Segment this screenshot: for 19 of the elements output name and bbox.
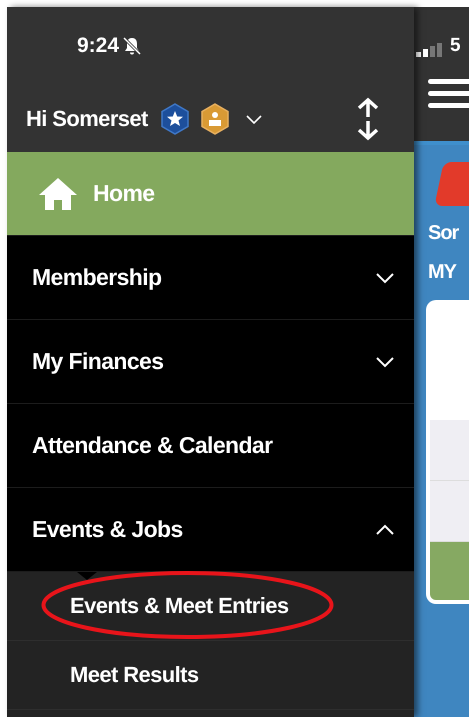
submenu-item[interactable]: Meet Results (70, 662, 199, 688)
home-icon (37, 176, 79, 212)
menu-item[interactable]: Events & Jobs (7, 488, 414, 572)
greeting: Hi Somerset (26, 106, 148, 132)
swap-arrows-icon[interactable] (355, 96, 381, 140)
pointer-notch (77, 572, 97, 580)
menu-icon[interactable] (428, 77, 469, 111)
status-time: 9:24 (77, 34, 120, 58)
menu-item[interactable]: Attendance & Calendar (7, 404, 414, 488)
signal-icon (416, 43, 444, 57)
menu-item[interactable]: Membership (7, 236, 414, 320)
menu-item[interactable]: My Finances (7, 320, 414, 404)
network-label: 5 (450, 35, 461, 57)
page-title: Sor (428, 222, 460, 245)
chevron-icon[interactable] (246, 114, 262, 124)
app-logo (434, 162, 469, 206)
section-heading: MY (428, 261, 458, 284)
star-badge-icon (160, 102, 190, 134)
person-badge-icon (200, 102, 230, 134)
